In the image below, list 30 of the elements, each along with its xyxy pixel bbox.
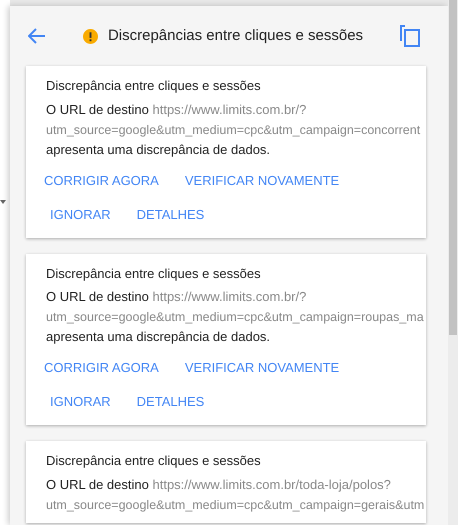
description-text: apresenta uma discrepância de dados.: [46, 328, 270, 346]
description-text: O URL de destino: [46, 476, 149, 492]
description-text: apresenta uma discrepância de dados.: [46, 140, 270, 159]
copy-button[interactable]: [398, 23, 422, 49]
warning-icon: [82, 28, 98, 44]
action-link[interactable]: VERIFICAR NOVAMENTE: [178, 166, 346, 196]
url-text: https://www.limits.com.br/toda-loja/polos?: [152, 476, 391, 492]
url-text: https://www.limits.com.br/?: [152, 289, 306, 304]
action-link[interactable]: IGNORAR: [44, 200, 117, 230]
action-link[interactable]: DETALHES: [130, 387, 210, 417]
action-link[interactable]: DETALHES: [130, 200, 210, 230]
card-title: Discrepância entre cliques e sessões: [46, 77, 261, 95]
scrollbar-thumb[interactable]: [449, 0, 457, 335]
description-text: O URL de destino: [46, 289, 149, 304]
action-link[interactable]: IGNORAR: [44, 387, 117, 417]
back-arrow-icon: [28, 28, 46, 44]
card-title: Discrepância entre cliques e sessões: [46, 264, 261, 283]
url-text: utm_source=google&utm_medium=cpc&utm_campaign=gerais&utm: [46, 496, 424, 514]
action-link[interactable]: CORRIGIR AGORA: [38, 166, 165, 196]
description-text: O URL de destino: [46, 102, 149, 116]
action-link[interactable]: CORRIGIR AGORA: [38, 353, 165, 383]
card-title: Discrepância entre cliques e sessões: [46, 452, 261, 470]
copy-icon: [400, 25, 420, 47]
caret-icon: [0, 200, 6, 204]
url-text: utm_source=google&utm_medium=cpc&utm_campaign=concorrent: [46, 122, 420, 139]
action-link[interactable]: VERIFICAR NOVAMENTE: [178, 353, 346, 383]
scrollbar[interactable]: [448, 0, 458, 525]
url-text: utm_source=google&utm_medium=cpc&utm_campaign=roupas_ma: [46, 309, 424, 326]
url-text: https://www.limits.com.br/?: [152, 102, 306, 116]
panel-title: Discrepâncias entre cliques e sessões: [108, 26, 364, 46]
